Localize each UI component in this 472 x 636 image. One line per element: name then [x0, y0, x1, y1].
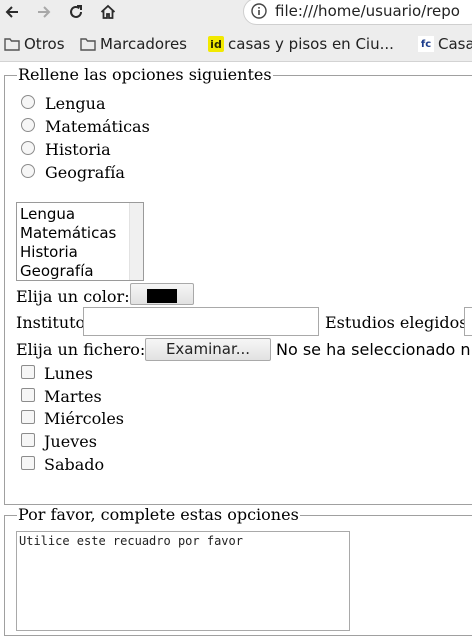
bookmark-label: Otros	[24, 35, 65, 53]
idealista-favicon: id	[208, 36, 224, 52]
estudios-label: Estudios elegidos	[325, 313, 468, 332]
checkbox-jueves[interactable]	[21, 433, 35, 447]
subject-listbox[interactable]: Lengua Matemáticas Historia Geografía	[16, 202, 144, 281]
bookmark-casas-y-pisos[interactable]: id casas y pisos en Ciu...	[208, 35, 394, 53]
color-label: Elija un color:	[16, 287, 130, 306]
checkbox-label-sabado: Sabado	[44, 455, 105, 474]
address-bar[interactable]: file:///home/usuario/repo	[243, 0, 472, 25]
checkbox-lunes[interactable]	[21, 365, 35, 379]
list-option-geografia[interactable]: Geografía	[20, 262, 94, 280]
checkbox-label-lunes: Lunes	[44, 364, 93, 383]
radio-lengua[interactable]	[21, 95, 35, 109]
checkbox-martes[interactable]	[21, 388, 35, 402]
checkbox-miercoles[interactable]	[21, 410, 35, 424]
radio-geografia[interactable]	[21, 164, 35, 178]
list-option-lengua[interactable]: Lengua	[20, 205, 75, 224]
checkbox-sabado[interactable]	[21, 456, 35, 470]
instituto-label: Instituto	[16, 313, 86, 332]
home-button[interactable]	[96, 0, 120, 24]
radio-label-matematicas: Matemáticas	[45, 117, 150, 136]
fieldset-legend: Rellene las opciones siguientes	[18, 65, 272, 84]
arrow-left-icon	[5, 6, 18, 18]
checkbox-label-jueves: Jueves	[44, 432, 97, 451]
radio-label-lengua: Lengua	[45, 94, 106, 113]
instituto-input[interactable]	[83, 307, 319, 336]
browse-button[interactable]: Examinar...	[145, 338, 271, 361]
folder-icon	[80, 37, 96, 51]
comments-textarea[interactable]: Utilice este recuadro por favor	[16, 531, 350, 631]
url-text: file:///home/usuario/repo	[275, 2, 460, 20]
bookmark-casa[interactable]: fc Casa	[418, 35, 472, 53]
browse-button-label: Examinar...	[165, 340, 251, 358]
radio-matematicas[interactable]	[21, 118, 35, 132]
bookmarks-bar: Otros Marcadores id casas y pisos en Ciu…	[0, 26, 472, 62]
listbox-scrollbar[interactable]	[129, 203, 143, 280]
bookmark-label: Marcadores	[100, 35, 187, 53]
radio-historia[interactable]	[21, 141, 35, 155]
estudios-input[interactable]	[464, 307, 472, 336]
fotocasa-favicon: fc	[418, 36, 434, 52]
checkbox-label-miercoles: Miércoles	[44, 409, 125, 428]
list-option-matematicas[interactable]: Matemáticas	[20, 224, 116, 243]
info-icon[interactable]	[251, 3, 267, 23]
bookmark-marcadores[interactable]: Marcadores	[80, 35, 187, 53]
forward-button[interactable]	[32, 0, 56, 24]
checkbox-label-martes: Martes	[44, 387, 102, 406]
file-label: Elija un fichero:	[16, 340, 146, 359]
arrow-right-icon	[38, 6, 51, 18]
fieldset-legend: Por favor, complete estas opciones	[18, 505, 299, 524]
radio-label-geografia: Geografía	[45, 163, 125, 182]
textarea-text: Utilice este recuadro por favor	[19, 534, 243, 548]
home-icon	[100, 4, 116, 19]
list-option-historia[interactable]: Historia	[20, 243, 78, 262]
bookmark-otros[interactable]: Otros	[4, 35, 65, 53]
bookmark-label: casas y pisos en Ciu...	[228, 35, 394, 53]
color-swatch	[147, 289, 177, 303]
reload-button[interactable]	[64, 0, 88, 24]
reload-icon	[70, 5, 82, 18]
browser-toolbar: file:///home/usuario/repo	[0, 0, 472, 26]
folder-icon	[4, 37, 20, 51]
radio-label-historia: Historia	[45, 140, 111, 159]
color-picker[interactable]	[130, 283, 194, 305]
back-button[interactable]	[0, 0, 24, 24]
file-status: No se ha seleccionado ni	[276, 340, 472, 359]
bookmark-label: Casa	[438, 35, 472, 53]
